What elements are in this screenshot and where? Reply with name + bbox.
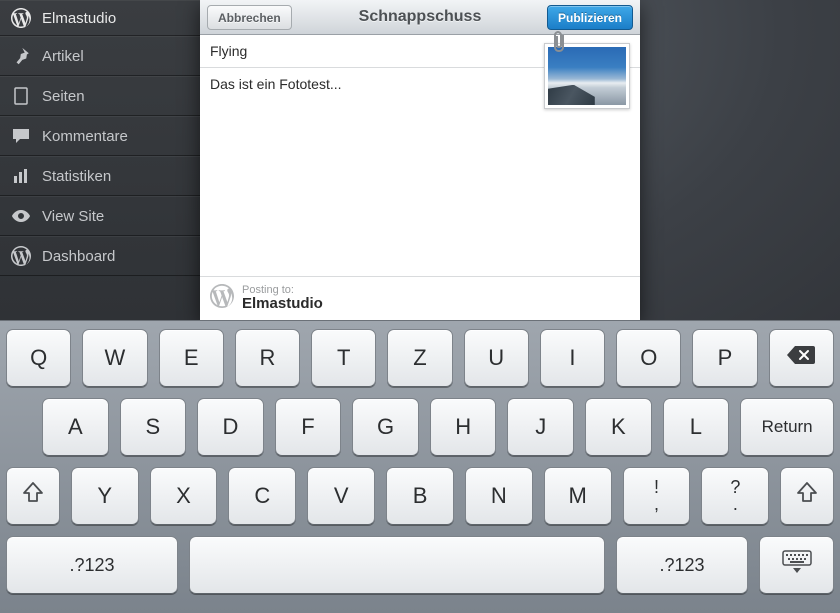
key-d[interactable]: D bbox=[197, 398, 264, 456]
keyboard-row-2: A S D F G H J K L Return bbox=[6, 398, 834, 456]
page-icon bbox=[10, 85, 32, 107]
key-numswitch-left[interactable]: .?123 bbox=[6, 536, 178, 594]
hide-keyboard-icon bbox=[781, 549, 813, 581]
key-v[interactable]: V bbox=[307, 467, 375, 525]
wordpress-icon bbox=[10, 245, 32, 267]
key-q[interactable]: Q bbox=[6, 329, 71, 387]
sidebar-item-label: View Site bbox=[42, 208, 104, 225]
key-h[interactable]: H bbox=[430, 398, 497, 456]
shift-icon bbox=[794, 480, 820, 512]
eye-icon bbox=[10, 205, 32, 227]
post-body-text: Das ist ein Fototest... bbox=[210, 76, 342, 92]
key-period[interactable]: ? . bbox=[701, 467, 769, 525]
keyboard-row-3: Y X C V B N M ! , ? . bbox=[6, 467, 834, 525]
key-w[interactable]: W bbox=[82, 329, 147, 387]
key-j[interactable]: J bbox=[507, 398, 574, 456]
sidebar-item-label: Dashboard bbox=[42, 248, 115, 265]
key-b[interactable]: B bbox=[386, 467, 454, 525]
sidebar-item-view-site[interactable]: View Site bbox=[0, 196, 200, 236]
modal-body: Das ist ein Fototest... bbox=[200, 35, 640, 276]
key-punct-bot: . bbox=[733, 496, 738, 513]
keyboard-row-1: Q W E R T Z U I O P bbox=[6, 329, 834, 387]
modal-footer: Posting to: Elmastudio bbox=[200, 276, 640, 320]
key-hide-keyboard[interactable] bbox=[759, 536, 834, 594]
key-k[interactable]: K bbox=[585, 398, 652, 456]
key-z[interactable]: Z bbox=[387, 329, 452, 387]
pin-icon bbox=[10, 45, 32, 67]
key-o[interactable]: O bbox=[616, 329, 681, 387]
key-g[interactable]: G bbox=[352, 398, 419, 456]
key-y[interactable]: Y bbox=[71, 467, 139, 525]
keyboard-row-4: .?123 .?123 bbox=[6, 536, 834, 594]
wordpress-icon bbox=[210, 284, 234, 313]
sidebar-item-statistiken[interactable]: Statistiken bbox=[0, 156, 200, 196]
posting-to-site: Elmastudio bbox=[242, 296, 323, 313]
key-t[interactable]: T bbox=[311, 329, 376, 387]
key-shift-left[interactable] bbox=[6, 467, 60, 525]
key-a[interactable]: A bbox=[42, 398, 109, 456]
key-n[interactable]: N bbox=[465, 467, 533, 525]
sidebar-item-label: Kommentare bbox=[42, 128, 128, 145]
sidebar-site-name: Elmastudio bbox=[42, 10, 116, 27]
sidebar-item-dashboard[interactable]: Dashboard bbox=[0, 236, 200, 276]
modal-title: Schnappschuss bbox=[359, 8, 482, 26]
key-i[interactable]: I bbox=[540, 329, 605, 387]
sidebar-item-label: Statistiken bbox=[42, 168, 111, 185]
key-backspace[interactable] bbox=[769, 329, 834, 387]
key-r[interactable]: R bbox=[235, 329, 300, 387]
photo-thumbnail bbox=[548, 47, 626, 105]
key-u[interactable]: U bbox=[464, 329, 529, 387]
backspace-icon bbox=[785, 343, 817, 373]
posting-to-block: Posting to: Elmastudio bbox=[242, 284, 323, 313]
sidebar-item-label: Artikel bbox=[42, 48, 84, 65]
sidebar-item-seiten[interactable]: Seiten bbox=[0, 76, 200, 116]
key-numswitch-right[interactable]: .?123 bbox=[616, 536, 748, 594]
modal-header: Abbrechen Schnappschuss Publizieren bbox=[200, 0, 640, 35]
shift-icon bbox=[20, 480, 46, 512]
sidebar-item-label: Seiten bbox=[42, 88, 85, 105]
onscreen-keyboard: Q W E R T Z U I O P A S D F G H J K L Re… bbox=[0, 320, 840, 613]
key-punct-bot: , bbox=[654, 496, 659, 513]
key-l[interactable]: L bbox=[663, 398, 730, 456]
key-comma[interactable]: ! , bbox=[623, 467, 691, 525]
paperclip-icon bbox=[550, 27, 572, 55]
key-x[interactable]: X bbox=[150, 467, 218, 525]
key-space[interactable] bbox=[189, 536, 605, 594]
key-m[interactable]: M bbox=[544, 467, 612, 525]
key-c[interactable]: C bbox=[228, 467, 296, 525]
cancel-button[interactable]: Abbrechen bbox=[207, 5, 292, 30]
sidebar-item-kommentare[interactable]: Kommentare bbox=[0, 116, 200, 156]
publish-button-label: Publizieren bbox=[558, 11, 622, 25]
comment-icon bbox=[10, 125, 32, 147]
key-shift-right[interactable] bbox=[780, 467, 834, 525]
key-p[interactable]: P bbox=[692, 329, 757, 387]
key-return[interactable]: Return bbox=[740, 398, 834, 456]
quick-post-modal: Abbrechen Schnappschuss Publizieren Das … bbox=[200, 0, 640, 320]
sidebar: Elmastudio Artikel Seiten Kommentare Sta… bbox=[0, 0, 200, 320]
key-f[interactable]: F bbox=[275, 398, 342, 456]
key-e[interactable]: E bbox=[159, 329, 224, 387]
key-s[interactable]: S bbox=[120, 398, 187, 456]
stats-icon bbox=[10, 165, 32, 187]
cancel-button-label: Abbrechen bbox=[218, 11, 281, 25]
sidebar-item-artikel[interactable]: Artikel bbox=[0, 36, 200, 76]
sidebar-site-header[interactable]: Elmastudio bbox=[0, 0, 200, 36]
wordpress-icon bbox=[10, 7, 32, 29]
